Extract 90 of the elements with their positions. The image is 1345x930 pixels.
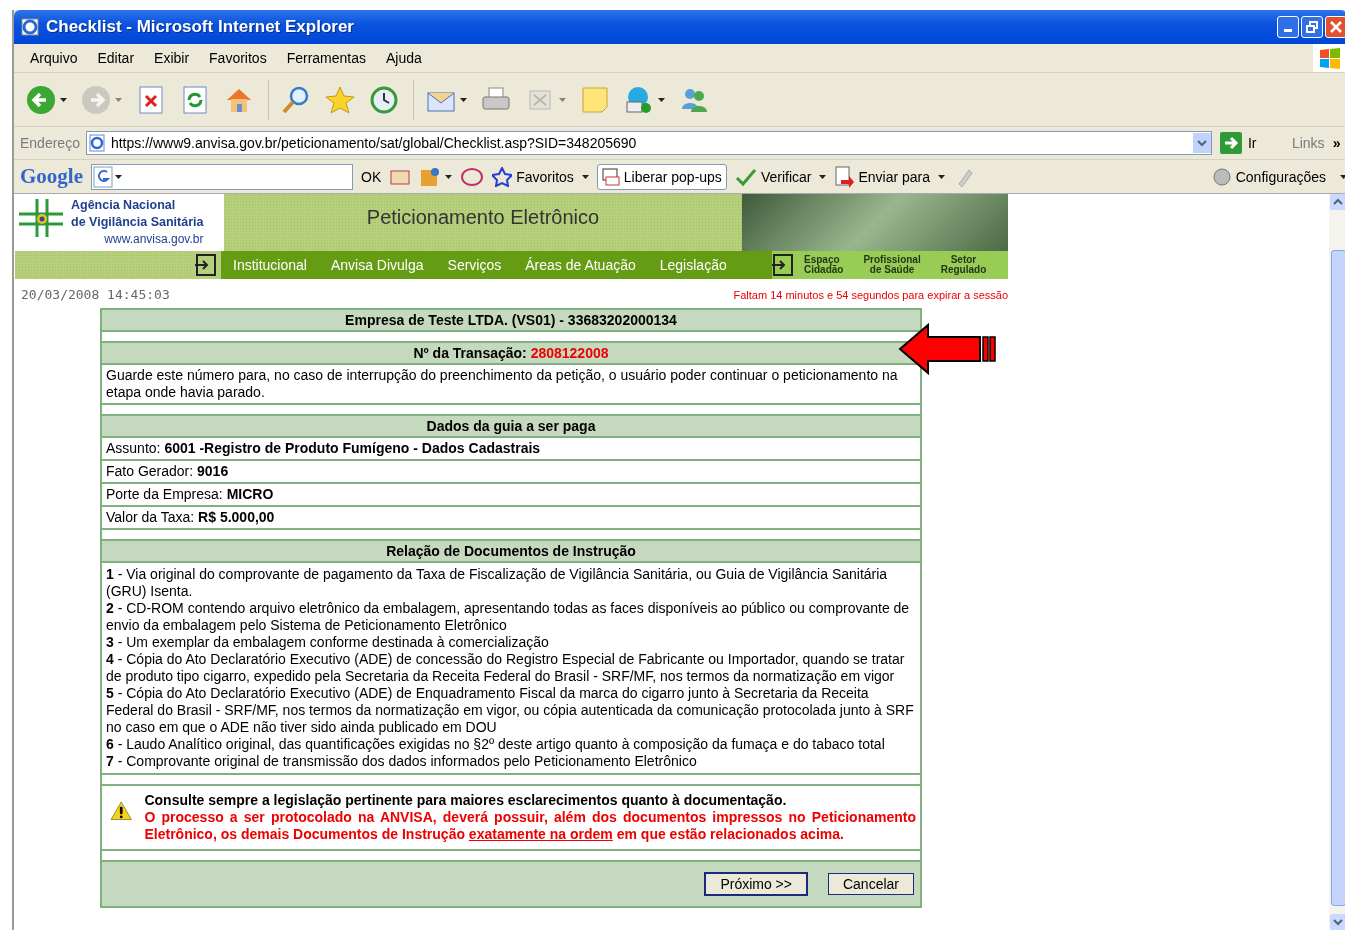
- caret-icon: [60, 97, 67, 102]
- popup-blocker-button[interactable]: Liberar pop-ups: [596, 163, 727, 190]
- menu-item[interactable]: Arquivo: [20, 50, 88, 66]
- caret-icon[interactable]: [819, 174, 827, 179]
- agency-name: de Vigilância Sanitária: [71, 214, 204, 231]
- ok-button[interactable]: OK: [361, 168, 382, 185]
- page-icon: [86, 133, 107, 153]
- restore-button[interactable]: [1301, 16, 1323, 38]
- restore-icon: [1306, 21, 1318, 33]
- caret-icon[interactable]: [938, 174, 946, 179]
- menu-item[interactable]: Editar: [87, 50, 145, 66]
- stop-icon: [136, 84, 166, 115]
- caret-icon: [460, 97, 467, 102]
- document-item: 4 - Cópia do Ato Declaratório Executivo (ADE) de concessão do Registro Especial de Fabricante ou Importador, quando se tratar de produto tipo cigarro, expedido pela Secretaria da Receita Federal do Brasil - SRF/MF, nos termos da normatização em vigor: [106, 651, 906, 685]
- scroll-thumb[interactable]: [1330, 250, 1345, 906]
- links-label[interactable]: Links: [1291, 135, 1325, 151]
- settings-button[interactable]: Configurações: [1211, 166, 1326, 187]
- favorites-button[interactable]: Favoritos: [492, 166, 574, 187]
- address-label: Endereço: [20, 135, 80, 151]
- send-page-icon: [834, 165, 855, 188]
- site-title: Peticionamento Eletrônico: [366, 206, 600, 230]
- star-icon: [492, 166, 513, 187]
- history-icon: [369, 84, 399, 115]
- menu-item[interactable]: Ajuda: [376, 50, 432, 66]
- address-field[interactable]: https://www9.anvisa.gov.br/peticionamento/sat/global/Checklist.asp?SID=348205690: [85, 131, 1212, 155]
- caret-icon[interactable]: [445, 174, 453, 179]
- agency-name: Agência Nacional: [71, 197, 177, 214]
- more-links-button[interactable]: »: [1332, 135, 1341, 151]
- document-item: 1 - Via original do comprovante de pagamento da Taxa de Fiscalização de Vigilância Sanitária, ou Guia de Vigilância Sanitária (GRU) Isenta.: [106, 566, 889, 600]
- datetime: 20/03/2008 14:45:03: [21, 287, 170, 302]
- refresh-icon: [180, 84, 210, 115]
- minimize-button[interactable]: [1277, 16, 1299, 38]
- circle-icon: [1211, 166, 1232, 187]
- payment-field: Assunto: 6001 -Registro de Produto Fumígeno - Dados Cadastrais: [102, 436, 920, 459]
- scroll-down-icon[interactable]: [1330, 914, 1345, 930]
- document-item: 3 - Um exemplar da embalagem conforme destinada à comercialização: [106, 634, 550, 651]
- arrow-icon: [898, 323, 998, 375]
- document-item: 5 - Cópia do Ato Declaratório Executivo (ADE) de Enquadramento Fiscal da marca do cigarro junto à Secretaria da Receita Federal do Brasil - SRF/MF, nos termos da normatização em vigor, ou cópia autenticada da comunicação protocolada junto à SRF no caso em que o ADE não tiver sido ainda publicado em DOU: [106, 685, 915, 736]
- note-icon: [580, 84, 610, 115]
- windows-icon: [601, 167, 620, 186]
- menu-item[interactable]: Ferramentas: [276, 50, 376, 66]
- caret-icon[interactable]: [581, 174, 589, 179]
- toolbar-button[interactable]: [136, 84, 166, 115]
- forward-icon: [81, 84, 111, 115]
- menu-item[interactable]: Favoritos: [199, 50, 277, 66]
- side-nav-link[interactable]: Espaço Cidadão: [794, 255, 854, 275]
- cancel-button[interactable]: Cancelar: [827, 873, 914, 895]
- side-nav-link[interactable]: Setor Regulado: [930, 255, 997, 275]
- browser-icon: [20, 17, 40, 37]
- minimize-icon: [1284, 29, 1292, 32]
- caret-icon: [115, 97, 122, 102]
- company-header: Empresa de Teste LTDA. (VS01) - 33683202000134: [102, 310, 920, 330]
- payment-field: Porte da Empresa: MICRO: [102, 482, 920, 505]
- payment-field: Valor da Taxa: R$ 5.000,00: [102, 505, 920, 528]
- transaction-note: Guarde este número para, no caso de interrupção do preenchimento da petição, o usuário poder continuar o peticionamento na etapa onde havia parado.: [102, 363, 920, 403]
- site-url: www.anvisa.gov.br: [104, 232, 204, 246]
- caret-icon: [658, 97, 665, 102]
- document-item: 7 - Comprovante original de transmissão dos dados informados pelo Peticionamento Eletrônico: [106, 753, 698, 770]
- arrow-right-icon: [1219, 132, 1242, 154]
- google-logo: Google: [20, 164, 83, 189]
- next-button[interactable]: Próximo >>: [704, 872, 808, 896]
- document-item: 6 - Laudo Analítico original, das quantificações exigidas no §2º deste artigo quanto à composição da fumaça e do tabaco total: [106, 736, 886, 753]
- scroll-up-icon[interactable]: [1330, 194, 1345, 210]
- alert-text: O processo a ser protocolado na ANVISA, deverá possuir, além dos documentos impressos no Peticionamento Eletrônico, os demais Documentos de Instrução exatamente na ordem em que estão relacionados acima.: [144, 809, 916, 843]
- scrollbar[interactable]: [1329, 194, 1345, 930]
- session-timer: Faltam 14 minutos e 54 segundos para expirar a sessão: [733, 288, 1008, 301]
- section-header: Relação de Documentos de Instrução: [102, 539, 920, 561]
- dropdown-icon[interactable]: [1192, 133, 1211, 153]
- checkmark-icon: [734, 166, 757, 187]
- go-button[interactable]: Ir: [1219, 132, 1284, 154]
- back-icon: [26, 84, 56, 115]
- windows-flag-icon: [1318, 46, 1342, 70]
- caret-icon: [559, 97, 566, 102]
- menu-item[interactable]: Exibir: [144, 50, 200, 66]
- send-to-button[interactable]: Enviar para: [834, 165, 931, 188]
- side-nav-link[interactable]: Profissional de Saúde: [853, 255, 931, 275]
- caret-icon[interactable]: [1340, 174, 1345, 179]
- search-field[interactable]: [91, 163, 353, 190]
- search-icon: [281, 84, 311, 115]
- payment-field: Fato Gerador: 9016: [102, 459, 920, 482]
- spell-check-button[interactable]: Verificar: [734, 166, 812, 187]
- notice-text: Consulte sempre a legislação pertinente para maiores esclarecimentos quanto à documentação.: [144, 792, 788, 809]
- toolbar-button[interactable]: [369, 84, 399, 115]
- star-icon: [325, 84, 355, 115]
- g-icon: [92, 165, 124, 188]
- section-header: Dados da guia a ser paga: [102, 414, 920, 436]
- document-item: 2 - CD-ROM contendo arquivo eletrônico da embalagem, apresentando todas as faces disponíveis ao público ou comprovante de envio da embalagem pelo Sistema de Peticionamento Eletrônico: [106, 600, 911, 634]
- window-title: Checklist - Microsoft Internet Explorer: [46, 17, 355, 37]
- close-button[interactable]: [1325, 16, 1345, 38]
- close-icon: [1330, 21, 1342, 33]
